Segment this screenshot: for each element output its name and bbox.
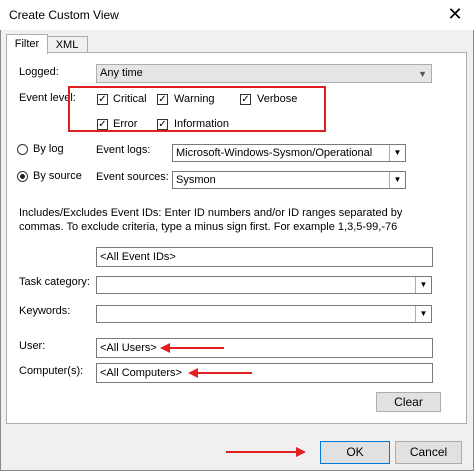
computers-arrow-icon: [188, 368, 252, 378]
annotation-arrows: [160, 343, 306, 457]
tab-filter[interactable]: Filter: [6, 34, 48, 54]
ok-arrow-icon: [226, 447, 306, 457]
user-arrow-icon: [160, 343, 224, 353]
